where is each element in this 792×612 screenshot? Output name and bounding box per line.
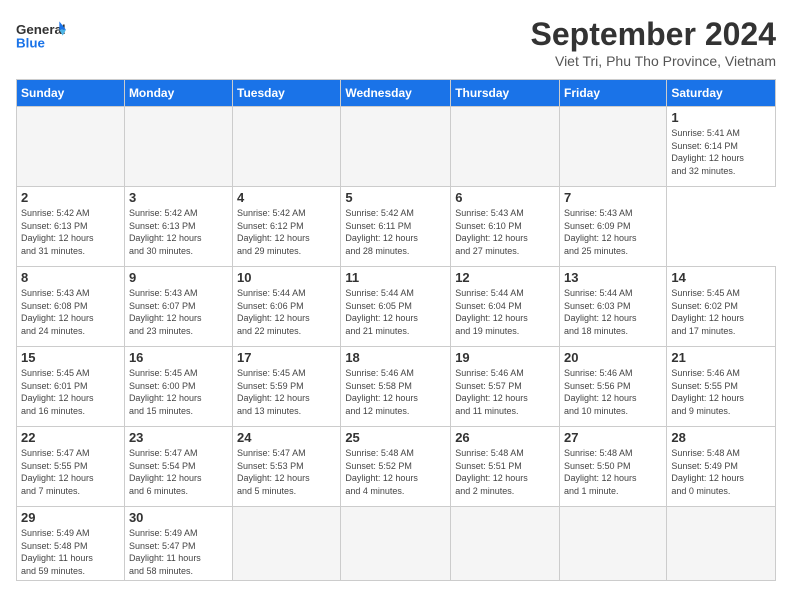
month-title: September 2024	[531, 16, 776, 53]
table-row	[451, 107, 560, 187]
table-row	[560, 507, 667, 581]
table-row: 11Sunrise: 5:44 AM Sunset: 6:05 PM Dayli…	[341, 267, 451, 347]
col-header-sunday: Sunday	[17, 80, 125, 107]
table-row	[451, 507, 560, 581]
col-header-friday: Friday	[560, 80, 667, 107]
table-row	[233, 507, 341, 581]
table-row: 12Sunrise: 5:44 AM Sunset: 6:04 PM Dayli…	[451, 267, 560, 347]
table-row	[233, 107, 341, 187]
table-row: 6Sunrise: 5:43 AM Sunset: 6:10 PM Daylig…	[451, 187, 560, 267]
table-row: 8Sunrise: 5:43 AM Sunset: 6:08 PM Daylig…	[17, 267, 125, 347]
table-row: 26Sunrise: 5:48 AM Sunset: 5:51 PM Dayli…	[451, 427, 560, 507]
col-header-monday: Monday	[124, 80, 232, 107]
table-row: 28Sunrise: 5:48 AM Sunset: 5:49 PM Dayli…	[667, 427, 776, 507]
table-row: 7Sunrise: 5:43 AM Sunset: 6:09 PM Daylig…	[560, 187, 667, 267]
title-area: September 2024 Viet Tri, Phu Tho Provinc…	[531, 16, 776, 69]
table-row: 9Sunrise: 5:43 AM Sunset: 6:07 PM Daylig…	[124, 267, 232, 347]
col-header-wednesday: Wednesday	[341, 80, 451, 107]
table-row: 5Sunrise: 5:42 AM Sunset: 6:11 PM Daylig…	[341, 187, 451, 267]
table-row: 22Sunrise: 5:47 AM Sunset: 5:55 PM Dayli…	[17, 427, 125, 507]
table-row	[341, 107, 451, 187]
table-row: 18Sunrise: 5:46 AM Sunset: 5:58 PM Dayli…	[341, 347, 451, 427]
table-row	[560, 107, 667, 187]
table-row: 14Sunrise: 5:45 AM Sunset: 6:02 PM Dayli…	[667, 267, 776, 347]
table-row: 16Sunrise: 5:45 AM Sunset: 6:00 PM Dayli…	[124, 347, 232, 427]
table-row	[667, 507, 776, 581]
table-row: 23Sunrise: 5:47 AM Sunset: 5:54 PM Dayli…	[124, 427, 232, 507]
col-header-tuesday: Tuesday	[233, 80, 341, 107]
logo: General Blue	[16, 16, 66, 56]
svg-text:Blue: Blue	[16, 35, 45, 50]
table-row: 10Sunrise: 5:44 AM Sunset: 6:06 PM Dayli…	[233, 267, 341, 347]
table-row	[124, 107, 232, 187]
col-header-saturday: Saturday	[667, 80, 776, 107]
table-row: 4Sunrise: 5:42 AM Sunset: 6:12 PM Daylig…	[233, 187, 341, 267]
table-row: 29Sunrise: 5:49 AM Sunset: 5:48 PM Dayli…	[17, 507, 125, 581]
table-row: 25Sunrise: 5:48 AM Sunset: 5:52 PM Dayli…	[341, 427, 451, 507]
table-row: 17Sunrise: 5:45 AM Sunset: 5:59 PM Dayli…	[233, 347, 341, 427]
table-row	[17, 107, 125, 187]
table-row: 3Sunrise: 5:42 AM Sunset: 6:13 PM Daylig…	[124, 187, 232, 267]
table-row: 27Sunrise: 5:48 AM Sunset: 5:50 PM Dayli…	[560, 427, 667, 507]
logo-icon: General Blue	[16, 16, 66, 56]
page-header: General Blue September 2024 Viet Tri, Ph…	[16, 16, 776, 69]
table-row: 30Sunrise: 5:49 AM Sunset: 5:47 PM Dayli…	[124, 507, 232, 581]
table-row: 20Sunrise: 5:46 AM Sunset: 5:56 PM Dayli…	[560, 347, 667, 427]
table-row: 2Sunrise: 5:42 AM Sunset: 6:13 PM Daylig…	[17, 187, 125, 267]
table-row	[341, 507, 451, 581]
table-row: 15Sunrise: 5:45 AM Sunset: 6:01 PM Dayli…	[17, 347, 125, 427]
table-row: 21Sunrise: 5:46 AM Sunset: 5:55 PM Dayli…	[667, 347, 776, 427]
table-row: 19Sunrise: 5:46 AM Sunset: 5:57 PM Dayli…	[451, 347, 560, 427]
table-row: 1Sunrise: 5:41 AM Sunset: 6:14 PM Daylig…	[667, 107, 776, 187]
location: Viet Tri, Phu Tho Province, Vietnam	[531, 53, 776, 69]
calendar-table: SundayMondayTuesdayWednesdayThursdayFrid…	[16, 79, 776, 581]
table-row: 13Sunrise: 5:44 AM Sunset: 6:03 PM Dayli…	[560, 267, 667, 347]
col-header-thursday: Thursday	[451, 80, 560, 107]
table-row: 24Sunrise: 5:47 AM Sunset: 5:53 PM Dayli…	[233, 427, 341, 507]
